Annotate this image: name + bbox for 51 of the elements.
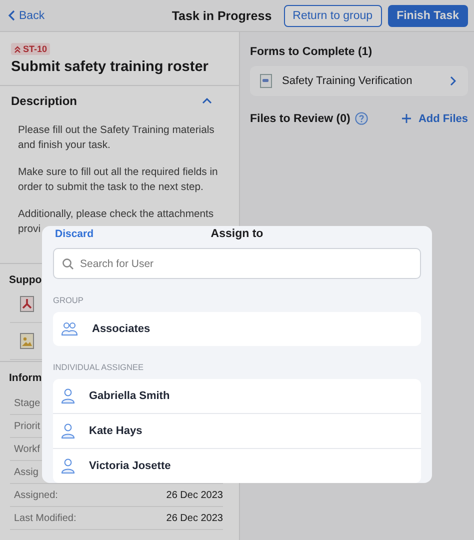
pdf-file-icon[interactable] — [20, 296, 34, 312]
priority-icon — [14, 46, 21, 52]
individual-label: INDIVIDUAL ASSIGNEE — [53, 362, 145, 372]
info-label: Stage — [14, 398, 40, 408]
info-value: 26 Dec 2023 — [166, 490, 223, 500]
search-field[interactable]: Search for User — [53, 248, 421, 279]
add-files-button[interactable]: Add Files — [402, 112, 468, 124]
image-file-icon[interactable] — [20, 333, 34, 349]
assignee-item[interactable]: Victoria Josette — [53, 448, 421, 483]
description-text: order to submit the task to the next step. — [18, 180, 204, 194]
description-text: Make sure to fill out all the required fields in — [18, 166, 218, 180]
assignee-item[interactable]: Kate Hays — [53, 413, 421, 448]
collapse-chevron-icon[interactable] — [202, 98, 212, 104]
description-text: and finish your task. — [18, 138, 110, 152]
help-icon[interactable] — [355, 112, 368, 125]
group-label: GROUP — [53, 295, 84, 305]
section-heading: Suppo — [9, 274, 43, 286]
plus-icon — [402, 114, 412, 123]
form-title: Safety Training Verification — [282, 75, 414, 87]
info-value: 26 Dec 2023 — [166, 512, 223, 524]
section-heading: Description — [11, 94, 78, 108]
description-text: provi — [18, 222, 41, 236]
person-icon — [61, 423, 75, 439]
dialog-title: Assign to — [210, 228, 264, 240]
description-text: Additionally, please check the attachments — [18, 208, 214, 222]
group-item[interactable]: Associates — [53, 312, 421, 346]
finish-button[interactable]: Finish Task — [388, 4, 468, 26]
info-label: Assig — [14, 466, 38, 478]
section-heading: Inform — [9, 372, 43, 384]
info-label: Priorit — [14, 420, 40, 432]
search-icon — [62, 258, 74, 270]
section-heading: Files to Review (0) — [250, 112, 350, 124]
back-button[interactable]: Back — [8, 10, 45, 22]
info-label: Last Modified: — [14, 512, 76, 524]
task-title: Submit safety training roster — [11, 59, 208, 75]
chevron-right-icon — [450, 76, 456, 86]
person-icon — [61, 388, 75, 404]
info-label: Workf — [14, 444, 40, 454]
group-icon — [61, 322, 78, 336]
return-button[interactable]: Return to group — [284, 4, 382, 26]
section-heading: Forms to Complete (1) — [250, 46, 374, 58]
discard-button[interactable]: Discard — [55, 228, 94, 240]
assignee-item[interactable]: Gabriella Smith — [53, 379, 421, 413]
person-icon — [61, 458, 75, 474]
form-icon — [260, 74, 272, 88]
page-title: Task in Progress — [172, 8, 272, 22]
back-chevron-icon — [8, 10, 15, 21]
task-code-badge: ST-10 — [11, 43, 50, 55]
form-item[interactable]: Safety Training Verification — [250, 66, 468, 96]
info-label: Assigned: — [14, 490, 58, 500]
description-text: Please fill out the Safety Training materials — [18, 124, 214, 138]
